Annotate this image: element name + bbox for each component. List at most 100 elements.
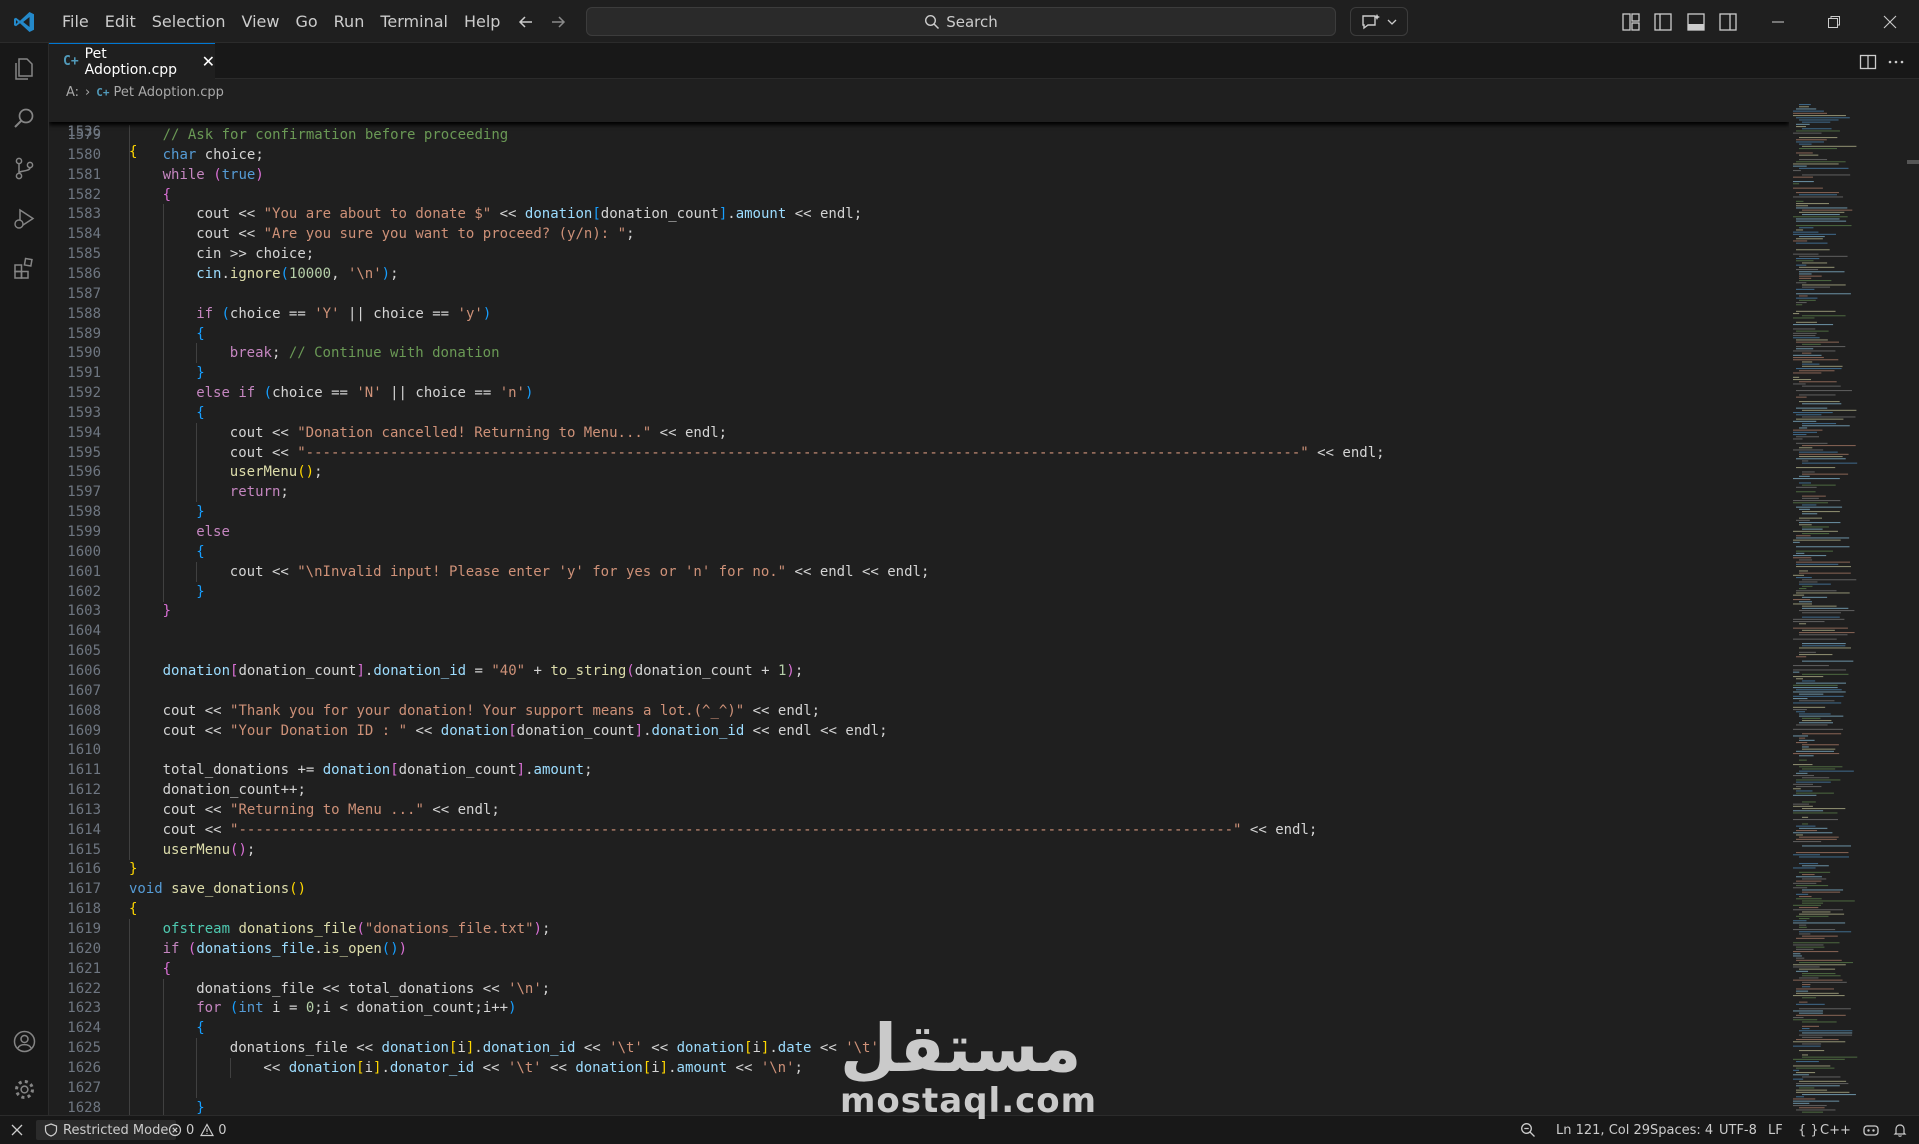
code-line[interactable]: 1595 cout << "---------------------------… (49, 442, 1789, 463)
restricted-mode-badge[interactable]: Restricted Mode (36, 1120, 177, 1140)
code-line[interactable]: 1619 ofstream donations_file("donations_f… (49, 919, 1789, 939)
code-line[interactable]: 1607 (49, 680, 1789, 701)
vscode-logo-icon[interactable] (12, 10, 36, 34)
code-line[interactable]: 1615 userMenu(); (49, 839, 1789, 860)
code-line[interactable]: 1621 { (49, 958, 1789, 979)
manage-gear-icon[interactable] (11, 1076, 38, 1103)
code-line[interactable]: 1613 cout << "Returning to Menu ..." << e… (49, 799, 1789, 820)
copilot-status-icon[interactable] (1862, 1116, 1880, 1144)
minimap[interactable] (1789, 102, 1907, 1115)
source-control-icon[interactable] (11, 155, 38, 182)
code-line[interactable]: 1587 (49, 283, 1789, 304)
code-line[interactable]: 1594 cout << "Donation cancelled! Returni… (49, 422, 1789, 443)
close-icon[interactable]: ✕ (202, 52, 215, 71)
code-line[interactable]: 1603} (49, 601, 1789, 622)
language-mode[interactable]: C++ (1820, 1116, 1851, 1144)
code-line[interactable]: 1611 total_donations += donation[donation… (49, 760, 1789, 781)
code-line[interactable]: 1606 donation[donation_count].donation_id… (49, 660, 1789, 681)
code-line[interactable]: 1610 (49, 740, 1789, 761)
code-line[interactable]: 1622 donations_file << total_donations <<… (49, 978, 1789, 999)
code-line[interactable]: 1599 else (49, 522, 1789, 542)
cursor-position[interactable]: Ln 121, Col 29 (1556, 1116, 1650, 1144)
zoom-icon[interactable] (1520, 1116, 1536, 1144)
code-line[interactable]: 1584 cout << "Are you sure you want to pr… (49, 224, 1789, 245)
code-token: [ (642, 1059, 652, 1076)
code-line[interactable]: 1585 cin >> choice; (49, 244, 1789, 265)
scrollbar-thumb[interactable] (1907, 160, 1919, 164)
code-line[interactable]: 1582 { (49, 184, 1789, 205)
code-line[interactable]: 1617 void save_donations() (49, 879, 1789, 899)
code-line[interactable]: 1608 cout << "Thank you for your donation… (49, 700, 1789, 721)
minimap-stroke (1799, 159, 1828, 161)
code-line[interactable]: 1579// Ask for confirmation before proce… (49, 125, 1789, 145)
code-line[interactable]: 1598} (49, 502, 1789, 523)
code-line[interactable]: 1601 cout << "\nInvalid input! Please ent… (49, 561, 1789, 582)
code-line[interactable]: 1620 if (donations_file.is_open()) (49, 938, 1789, 959)
menu-bar: File Edit Selection View Go Run Terminal… (54, 0, 508, 43)
end-of-line[interactable]: LF (1768, 1116, 1783, 1144)
menu-edit[interactable]: Edit (97, 0, 144, 43)
run-and-debug-icon[interactable] (11, 205, 38, 232)
code-line[interactable]: 1592 else if (choice == 'N' || choice == … (49, 383, 1789, 404)
code-line[interactable]: 1602} (49, 581, 1789, 602)
code-line[interactable]: 1618 { (49, 899, 1789, 919)
code-line[interactable]: 1580 char choice; (49, 144, 1789, 165)
menu-help[interactable]: Help (456, 0, 508, 43)
toggle-panel-icon[interactable] (1685, 11, 1707, 33)
code-line[interactable]: 1600 { (49, 541, 1789, 562)
menu-terminal[interactable]: Terminal (372, 0, 456, 43)
explorer-files-icon[interactable] (11, 55, 38, 82)
customize-layout-icon[interactable] (1620, 11, 1642, 33)
sticky-scroll-line[interactable]: 1536 { (49, 102, 1789, 160)
split-editor-icon[interactable] (1858, 52, 1878, 72)
notifications-bell-icon[interactable] (1892, 1116, 1908, 1144)
forward-arrow-icon[interactable] (546, 10, 570, 34)
close-window-icon[interactable] (1862, 0, 1918, 43)
code-line[interactable]: 1586 cin.ignore(10000, '\n'); (49, 263, 1789, 284)
code-line[interactable]: 1609 cout << "Your Donation ID : " << don… (49, 720, 1789, 741)
breadcrumb-drive[interactable]: A: (66, 85, 79, 100)
minimize-window-icon[interactable] (1750, 0, 1806, 43)
file-encoding[interactable]: UTF-8 (1719, 1116, 1757, 1144)
command-center-search[interactable]: Search (586, 7, 1336, 36)
menu-view[interactable]: View (234, 0, 288, 43)
language-braces-icon[interactable]: { } (1798, 1116, 1819, 1144)
indentation-setting[interactable]: Spaces: 4 (1650, 1116, 1713, 1144)
menu-file[interactable]: File (54, 0, 97, 43)
more-actions-icon[interactable] (1886, 52, 1906, 72)
code-editor[interactable]: 1536 { 1579// Ask for confirmation befor… (49, 102, 1789, 1115)
menu-run[interactable]: Run (326, 0, 373, 43)
code-line[interactable]: 1581 while (true) (49, 164, 1789, 185)
code-line[interactable]: 1612 donation_count++; (49, 780, 1789, 801)
menu-selection[interactable]: Selection (144, 0, 234, 43)
accounts-icon[interactable] (11, 1028, 38, 1055)
remote-icon[interactable] (0, 1116, 33, 1144)
problems-indicator[interactable]: 0 0 (168, 1116, 227, 1144)
editor-scrollbar[interactable] (1907, 102, 1919, 1115)
back-arrow-icon[interactable] (514, 10, 538, 34)
code-line[interactable]: 1588 if (choice == 'Y' || choice == 'y') (49, 303, 1789, 324)
indent-guide (129, 283, 130, 304)
code-line[interactable]: 1583 cout << "You are about to donate $" … (49, 204, 1789, 225)
extensions-icon[interactable] (11, 255, 38, 282)
toggle-secondary-sidebar-icon[interactable] (1717, 11, 1739, 33)
code-line[interactable]: 1591} (49, 363, 1789, 384)
code-line[interactable]: 1589 { (49, 323, 1789, 344)
toggle-primary-sidebar-icon[interactable] (1652, 11, 1674, 33)
copilot-chat-button[interactable] (1350, 7, 1408, 36)
code-line[interactable]: 1605 (49, 641, 1789, 662)
code-line[interactable]: 1597 return; (49, 482, 1789, 503)
code-line[interactable]: 1614 cout << "---------------------------… (49, 819, 1789, 840)
search-icon[interactable] (11, 105, 38, 132)
minimap-stroke (1796, 126, 1806, 128)
code-line[interactable]: 1590 break; // Continue with donation (49, 343, 1789, 364)
menu-go[interactable]: Go (287, 0, 325, 43)
code-line[interactable]: 1593 { (49, 402, 1789, 423)
tab-pet-adoption-cpp[interactable]: C+ Pet Adoption.cpp ✕ (49, 43, 215, 79)
breadcrumb-file[interactable]: Pet Adoption.cpp (114, 85, 224, 100)
minimap-stroke (1796, 992, 1839, 994)
code-line[interactable]: 1596 userMenu(); (49, 462, 1789, 483)
code-line[interactable]: 1616} (49, 859, 1789, 879)
code-line[interactable]: 1604 (49, 621, 1789, 642)
restore-window-icon[interactable] (1806, 0, 1862, 43)
